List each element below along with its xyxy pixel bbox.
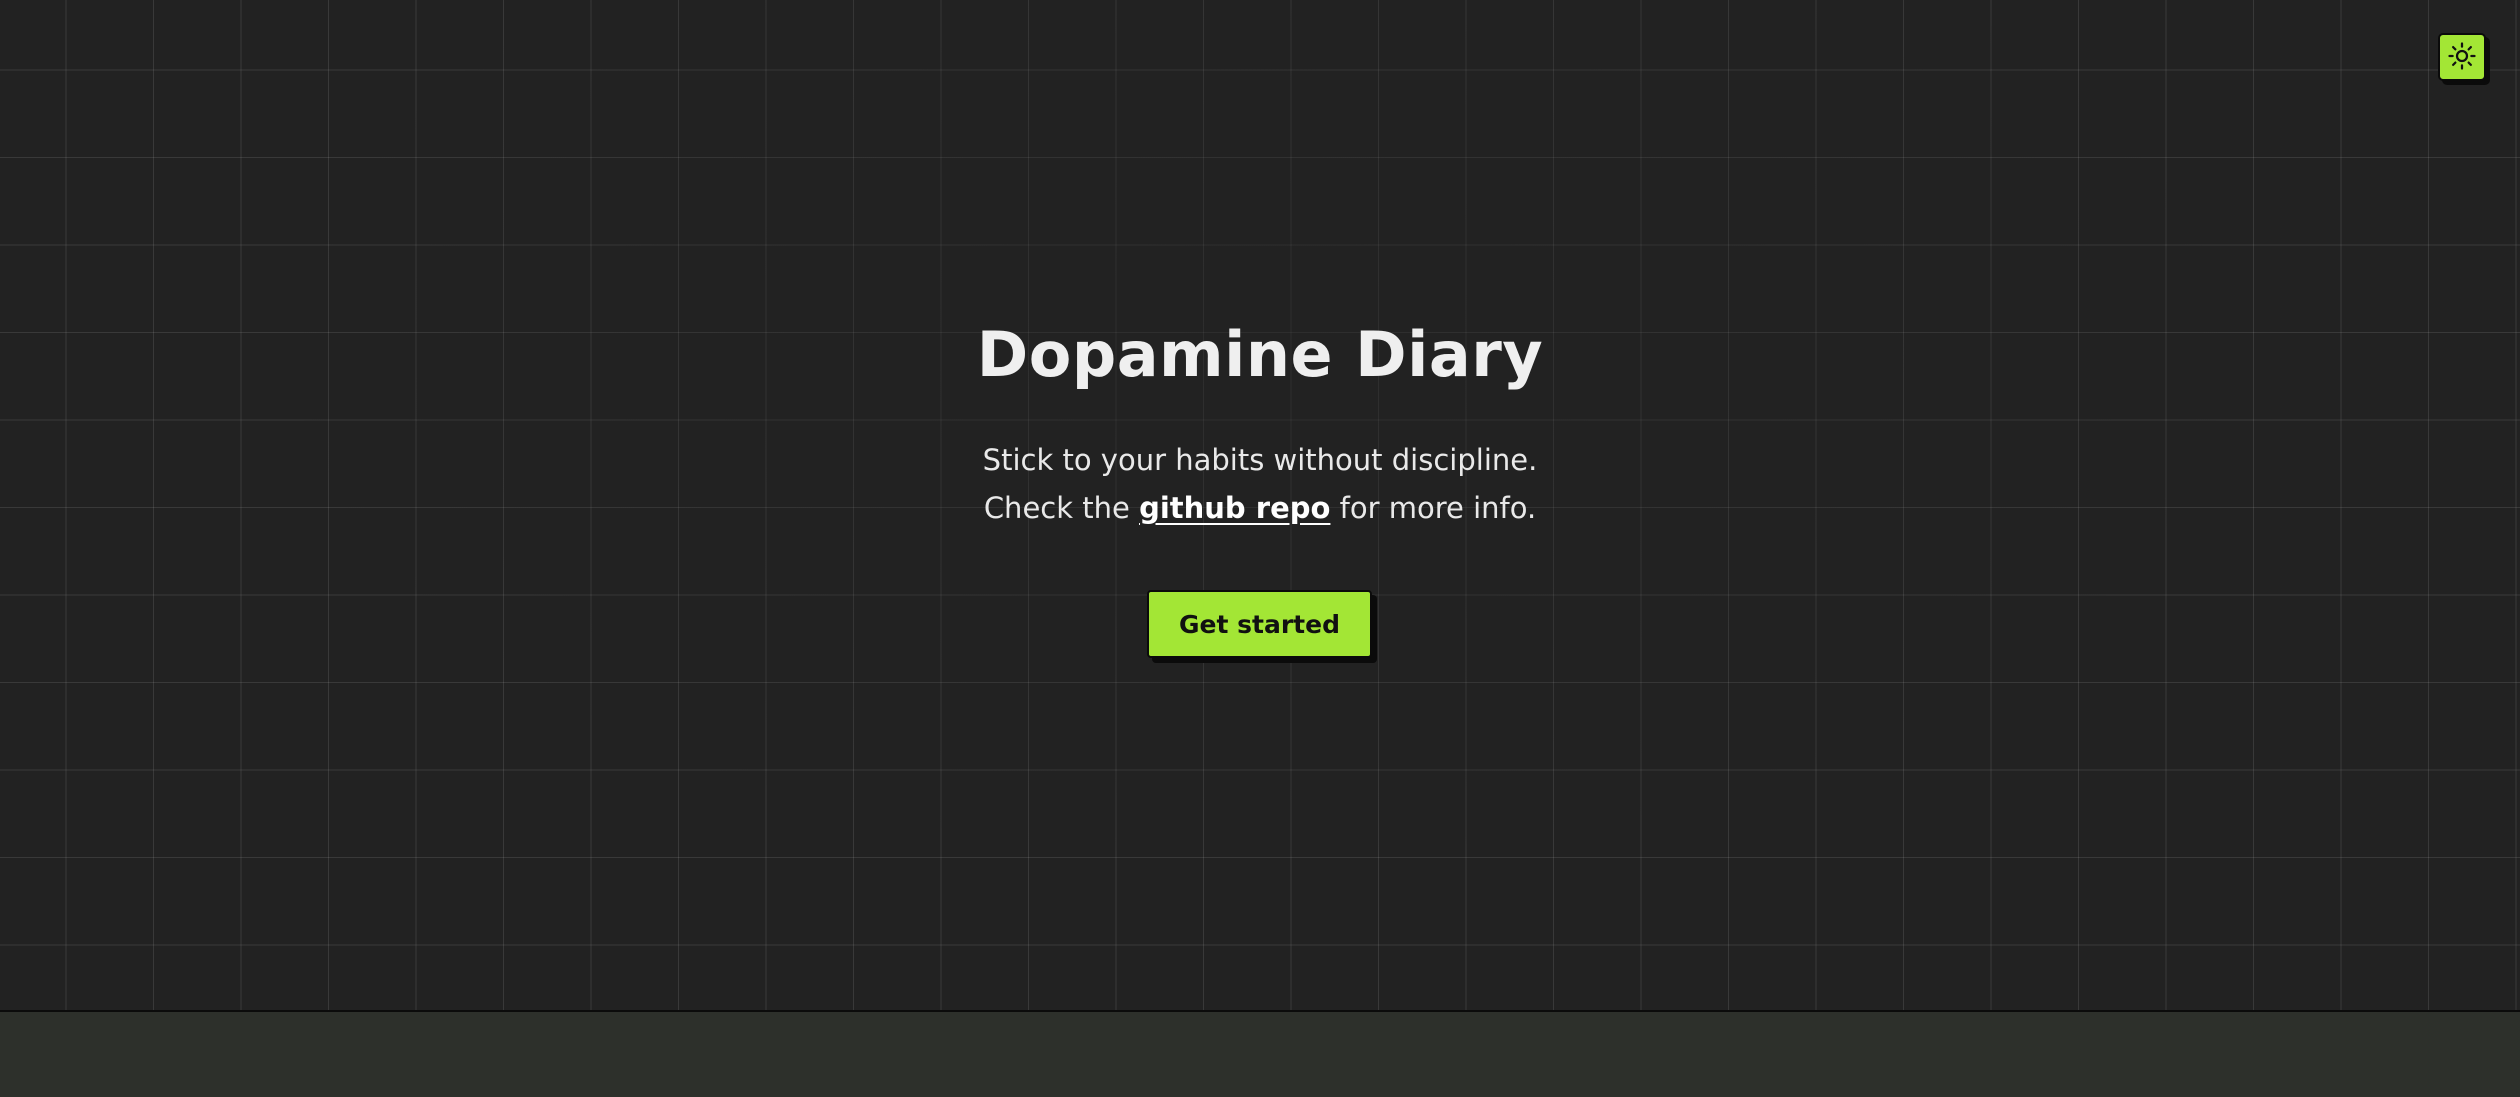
github-repo-link[interactable]: github repo [1139, 491, 1330, 525]
tagline-prefix: Check the [983, 491, 1130, 525]
theme-toggle-button[interactable] [2438, 33, 2486, 81]
tagline-info: Check the github repo for more info. [0, 484, 2520, 532]
page-title: Dopamine Diary [976, 318, 1544, 391]
get-started-button[interactable]: Get started [1147, 590, 1372, 658]
footer-band [0, 1010, 2520, 1097]
tagline-suffix: for more info. [1339, 491, 1537, 525]
sun-icon [2447, 41, 2477, 74]
tagline: Stick to your habits without discipline. [982, 443, 1538, 477]
